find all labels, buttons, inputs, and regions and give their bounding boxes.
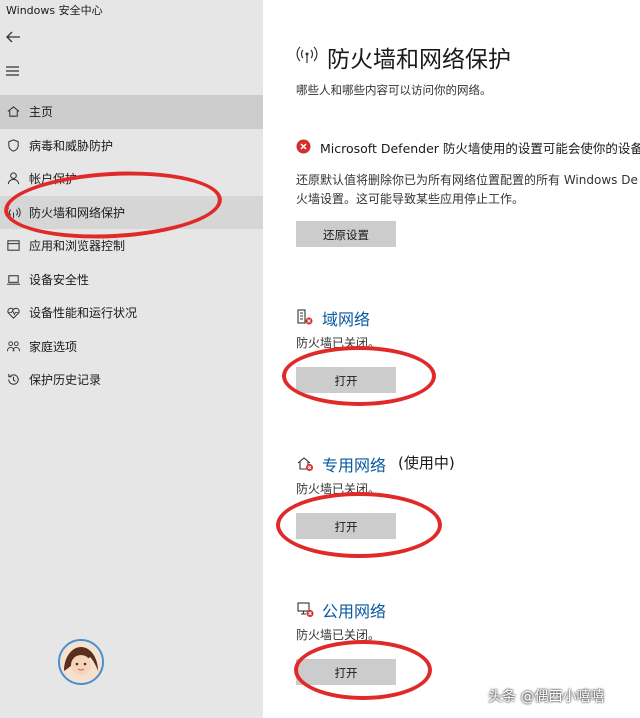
sidebar-nav: 主页 病毒和威胁防护 帐户保护 防火墙和网络保护 应用和浏览器控制 设备安全性 — [0, 95, 263, 397]
back-button[interactable] — [4, 28, 24, 48]
wifi-signal-icon — [5, 204, 21, 220]
sidebar-item-label: 设备安全性 — [29, 272, 90, 287]
person-icon — [5, 171, 21, 187]
private-network-in-use: (使用中) — [398, 454, 455, 472]
laptop-icon — [5, 271, 21, 287]
public-network-turn-on-button[interactable]: 打开 — [296, 659, 396, 685]
sidebar: Windows 安全中心 主页 病毒和威胁防护 帐户保护 防火墙和网络保护 应用… — [0, 0, 263, 718]
public-network-link[interactable]: 公用网络 — [322, 598, 386, 622]
history-icon — [5, 372, 21, 388]
heart-pulse-icon — [5, 305, 21, 321]
private-network-icon — [297, 457, 313, 471]
domain-network-turn-on-button[interactable]: 打开 — [296, 367, 396, 393]
hamburger-menu-button[interactable] — [4, 62, 24, 82]
back-arrow-icon — [6, 31, 20, 43]
sidebar-item-label: 帐户保护 — [29, 172, 78, 187]
family-icon — [5, 338, 21, 354]
warning-message: Microsoft Defender 防火墙使用的设置可能会使你的设备不 — [320, 141, 640, 156]
sidebar-item-protection-history[interactable]: 保护历史记录 — [0, 363, 263, 397]
app-window-icon — [5, 238, 21, 254]
sidebar-item-family-options[interactable]: 家庭选项 — [0, 330, 263, 364]
domain-network-status: 防火墙已关闭。 — [296, 336, 381, 350]
sidebar-item-home[interactable]: 主页 — [0, 95, 263, 129]
hamburger-icon — [6, 66, 19, 76]
sidebar-item-label: 设备性能和运行状况 — [29, 306, 138, 321]
domain-network-icon — [297, 309, 313, 325]
sidebar-item-virus-protection[interactable]: 病毒和威胁防护 — [0, 129, 263, 163]
restore-description-line: 火墙设置。这可能导致某些应用停止工作。 — [296, 192, 525, 206]
restore-settings-button[interactable]: 还原设置 — [296, 221, 396, 247]
sidebar-item-label: 主页 — [29, 105, 54, 120]
sidebar-item-app-browser[interactable]: 应用和浏览器控制 — [0, 229, 263, 263]
private-network-status: 防火墙已关闭。 — [296, 482, 381, 496]
wifi-signal-icon — [296, 46, 318, 63]
main-content: 防火墙和网络保护 哪些人和哪些内容可以访问你的网络。 Microsoft Def… — [263, 0, 640, 718]
sidebar-item-account-protection[interactable]: 帐户保护 — [0, 162, 263, 196]
restore-description-line: 还原默认值将删除你已为所有网络位置配置的所有 Windows De — [296, 173, 638, 187]
user-avatar[interactable] — [58, 639, 104, 685]
sidebar-item-label: 病毒和威胁防护 — [29, 138, 114, 153]
window-title: Windows 安全中心 — [6, 4, 103, 17]
error-icon — [296, 139, 311, 154]
sidebar-item-firewall[interactable]: 防火墙和网络保护 — [0, 195, 263, 229]
sidebar-item-device-performance[interactable]: 设备性能和运行状况 — [0, 296, 263, 330]
page-title: 防火墙和网络保护 — [327, 47, 511, 73]
watermark: 头条 @偶西小嘻嘻 — [488, 689, 605, 705]
avatar-image-icon — [60, 641, 102, 683]
security-center-window: Windows 安全中心 主页 病毒和威胁防护 帐户保护 防火墙和网络保护 应用… — [0, 0, 640, 718]
sidebar-item-device-security[interactable]: 设备安全性 — [0, 263, 263, 297]
private-network-link[interactable]: 专用网络 — [322, 452, 386, 476]
public-network-status: 防火墙已关闭。 — [296, 628, 381, 642]
restore-description: 还原默认值将删除你已为所有网络位置配置的所有 Windows De 火墙设置。这… — [296, 171, 640, 209]
sidebar-item-label: 防火墙和网络保护 — [29, 205, 126, 220]
page-subtitle: 哪些人和哪些内容可以访问你的网络。 — [296, 83, 492, 97]
sidebar-item-label: 应用和浏览器控制 — [29, 239, 126, 254]
shield-icon — [5, 137, 21, 153]
home-icon — [5, 104, 21, 120]
private-network-turn-on-button[interactable]: 打开 — [296, 513, 396, 539]
domain-network-link[interactable]: 域网络 — [322, 306, 370, 330]
sidebar-item-label: 家庭选项 — [29, 339, 78, 354]
sidebar-item-label: 保护历史记录 — [29, 373, 102, 388]
public-network-icon — [297, 602, 314, 617]
